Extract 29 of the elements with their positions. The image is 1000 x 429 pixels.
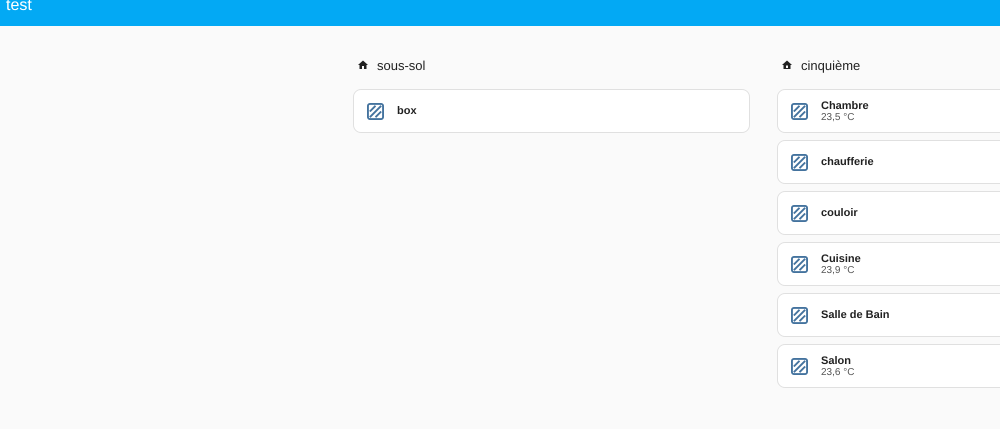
striped-square-icon	[791, 204, 808, 222]
room-name: Salon	[821, 354, 852, 366]
room-card[interactable]: couloir	[777, 191, 1000, 235]
striped-square-icon	[367, 102, 384, 120]
room-card[interactable]: Salon 23,6 °C	[777, 344, 1000, 388]
striped-square-icon	[791, 102, 808, 120]
area-title: sous-sol	[377, 58, 426, 72]
room-card[interactable]: chaufferie	[777, 140, 1000, 184]
room-name: chaufferie	[821, 156, 874, 168]
room-name: Cuisine	[821, 252, 861, 264]
striped-square-icon	[791, 256, 808, 272]
home-icon	[357, 59, 369, 71]
temperature-reading: 23,5 °C	[821, 112, 856, 122]
room-name: Chambre	[821, 100, 869, 112]
room-card[interactable]: box	[353, 89, 750, 133]
room-name: couloir	[821, 207, 858, 219]
striped-square-icon	[791, 358, 808, 374]
room-name: box	[397, 105, 417, 117]
home-icon	[781, 59, 793, 71]
temperature-reading: 23,6 °C	[821, 366, 854, 378]
area-title: cinquième	[801, 58, 860, 72]
temperature-reading: 23,9 °C	[821, 264, 856, 276]
striped-square-icon	[791, 154, 808, 170]
room-card[interactable]: Salle de Bain	[777, 293, 1000, 337]
striped-square-icon	[791, 306, 808, 324]
room-name: Salle de Bain	[821, 309, 890, 321]
app-title: test	[6, 0, 32, 12]
room-card[interactable]: Cuisine 23,9 °C	[777, 242, 1000, 286]
room-card[interactable]: Chambre 23,5 °C	[777, 89, 1000, 133]
